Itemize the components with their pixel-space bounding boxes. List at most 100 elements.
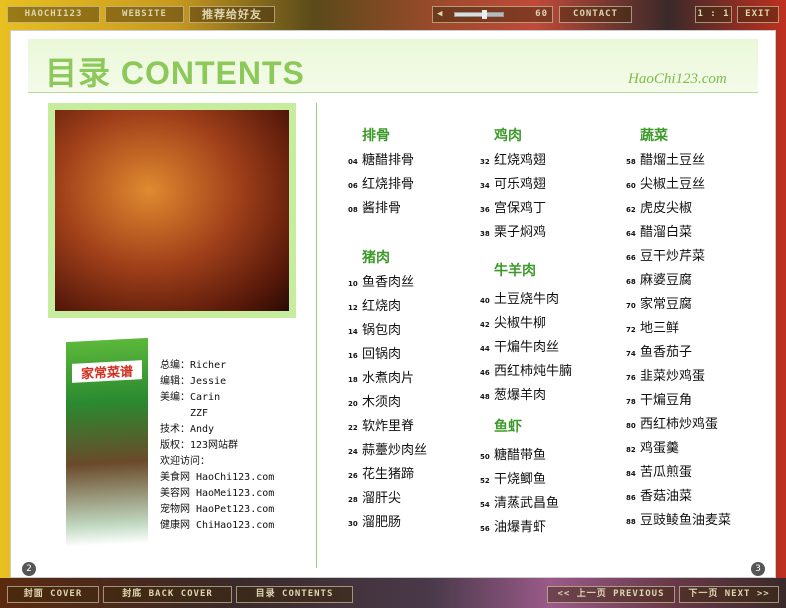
site-logo-text: HaoChi123.com bbox=[628, 71, 727, 87]
recipe-name: 豆豉鲮鱼油麦菜 bbox=[640, 513, 732, 528]
contents-item[interactable]: 48 葱爆羊肉 bbox=[480, 384, 572, 408]
contents-item[interactable]: 72 地三鲜 bbox=[626, 317, 731, 341]
contents-item[interactable]: 68 麻婆豆腐 bbox=[626, 269, 731, 293]
contents-item[interactable]: 88 豆豉鲮鱼油麦菜 bbox=[626, 509, 731, 533]
contents-item[interactable]: 32 红烧鸡翅 bbox=[480, 149, 546, 173]
page-number: 72 bbox=[626, 326, 636, 334]
page-number: 80 bbox=[626, 422, 636, 430]
recipe-name: 西红柿炒鸡蛋 bbox=[640, 417, 719, 432]
contact-button[interactable]: CONTACT bbox=[559, 6, 632, 23]
recipe-name: 苦瓜煎蛋 bbox=[640, 465, 693, 480]
contents-item[interactable]: 44 干煸牛肉丝 bbox=[480, 336, 572, 360]
contents-item[interactable]: 14 锅包肉 bbox=[348, 319, 427, 343]
contents-item[interactable]: 62 虎皮尖椒 bbox=[626, 197, 731, 221]
contents-button[interactable]: 目录 CONTENTS bbox=[236, 586, 353, 603]
page-title: 目录 CONTENTS bbox=[45, 55, 305, 91]
page-number: 06 bbox=[348, 182, 358, 190]
contents-item[interactable]: 42 尖椒牛柳 bbox=[480, 312, 572, 336]
page-number: 82 bbox=[626, 446, 636, 454]
website-button[interactable]: WEBSITE bbox=[105, 6, 184, 23]
contents-item[interactable]: 30 溜肥肠 bbox=[348, 511, 427, 535]
recipe-name: 地三鲜 bbox=[640, 321, 680, 336]
contents-item[interactable]: 52 干烧鲫鱼 bbox=[480, 468, 559, 492]
contents-item[interactable]: 56 油爆青虾 bbox=[480, 516, 559, 540]
contents-item[interactable]: 54 清蒸武昌鱼 bbox=[480, 492, 559, 516]
page-number: 68 bbox=[626, 278, 636, 286]
page-number: 58 bbox=[626, 158, 636, 166]
recipe-name: 红烧排骨 bbox=[362, 177, 415, 192]
recipe-name: 回锅肉 bbox=[362, 347, 402, 362]
contents-item[interactable]: 26 花生猪蹄 bbox=[348, 463, 427, 487]
page-number: 26 bbox=[348, 472, 358, 480]
volume-control[interactable]: ◀ 60 bbox=[432, 6, 553, 23]
page-number: 28 bbox=[348, 496, 358, 504]
credit-line: 总编：Richer bbox=[160, 360, 227, 371]
contents-item[interactable]: 12 红烧肉 bbox=[348, 295, 427, 319]
contents-item[interactable]: 50 糖醋带鱼 bbox=[480, 444, 559, 468]
contents-item[interactable]: 86 香菇油菜 bbox=[626, 485, 731, 509]
contents-item[interactable]: 28 溜肝尖 bbox=[348, 487, 427, 511]
page-number-right: 3 bbox=[751, 562, 765, 576]
contents-item[interactable]: 60 尖椒土豆丝 bbox=[626, 173, 731, 197]
recipe-name: 溜肝尖 bbox=[362, 491, 402, 506]
credit-line: 健康网 ChiHao123.com bbox=[160, 520, 275, 531]
contents-item[interactable]: 76 韭菜炒鸡蛋 bbox=[626, 365, 731, 389]
speaker-icon: ◀ bbox=[437, 9, 444, 19]
page-number: 14 bbox=[348, 328, 358, 336]
recipe-name: 红烧肉 bbox=[362, 299, 402, 314]
contents-item[interactable]: 34 可乐鸡翅 bbox=[480, 173, 546, 197]
contents-item[interactable]: 16 回锅肉 bbox=[348, 343, 427, 367]
page-number: 42 bbox=[480, 321, 490, 329]
recipe-name: 土豆烧牛肉 bbox=[494, 292, 560, 307]
exit-button[interactable]: EXIT bbox=[737, 6, 779, 23]
next-button[interactable]: 下一页 NEXT >> bbox=[679, 586, 779, 603]
contents-item[interactable]: 08 酱排骨 bbox=[348, 197, 414, 221]
contents-item[interactable]: 84 苦瓜煎蛋 bbox=[626, 461, 731, 485]
contents-item[interactable]: 04 糖醋排骨 bbox=[348, 149, 414, 173]
ratio-button[interactable]: 1 : 1 bbox=[695, 6, 732, 23]
page-number: 84 bbox=[626, 470, 636, 478]
contents-item[interactable]: 40 土豆烧牛肉 bbox=[480, 288, 572, 312]
recipe-name: 鱼香茄子 bbox=[640, 345, 693, 360]
page-number: 34 bbox=[480, 182, 490, 190]
recommend-button[interactable]: 推荐给好友 bbox=[189, 6, 275, 23]
contents-item[interactable]: 66 豆干炒芹菜 bbox=[626, 245, 731, 269]
recipe-name: 葱爆羊肉 bbox=[494, 388, 547, 403]
volume-slider[interactable] bbox=[454, 10, 504, 19]
contents-item[interactable]: 36 宫保鸡丁 bbox=[480, 197, 546, 221]
contents-item[interactable]: 06 红烧排骨 bbox=[348, 173, 414, 197]
haochi123-button[interactable]: HAOCHI123 bbox=[7, 6, 100, 23]
contents-item[interactable]: 74 鱼香茄子 bbox=[626, 341, 731, 365]
credit-line: 技术：Andy bbox=[160, 424, 215, 435]
recipe-name: 鸡蛋羹 bbox=[640, 441, 680, 456]
section-title: 排骨 bbox=[362, 128, 390, 144]
page-number: 54 bbox=[480, 501, 490, 509]
page-number: 48 bbox=[480, 393, 490, 401]
contents-item[interactable]: 20 木须肉 bbox=[348, 391, 427, 415]
contents-item[interactable]: 82 鸡蛋羹 bbox=[626, 437, 731, 461]
contents-item[interactable]: 46 西红柿炖牛腩 bbox=[480, 360, 572, 384]
contents-item[interactable]: 10 鱼香肉丝 bbox=[348, 271, 427, 295]
contents-item[interactable]: 38 栗子焖鸡 bbox=[480, 221, 546, 245]
cover-button[interactable]: 封面 COVER bbox=[7, 586, 99, 603]
page-number: 38 bbox=[480, 230, 490, 238]
contents-item[interactable]: 22 软炸里脊 bbox=[348, 415, 427, 439]
contents-item[interactable]: 64 醋溜白菜 bbox=[626, 221, 731, 245]
contents-item[interactable]: 18 水煮肉片 bbox=[348, 367, 427, 391]
section-jirou: 鸡肉 32 红烧鸡翅 34 可乐鸡翅 36 宫保鸡丁 38 栗子焖鸡 bbox=[480, 125, 546, 245]
contents-item[interactable]: 24 蒜薹炒肉丝 bbox=[348, 439, 427, 463]
credit-line: 版权：123网站群 bbox=[160, 440, 239, 451]
contents-item[interactable]: 78 干煸豆角 bbox=[626, 389, 731, 413]
contents-item[interactable]: 80 西红柿炒鸡蛋 bbox=[626, 413, 731, 437]
contents-item[interactable]: 70 家常豆腐 bbox=[626, 293, 731, 317]
contents-item[interactable]: 58 醋熘土豆丝 bbox=[626, 149, 731, 173]
recipe-name: 木须肉 bbox=[362, 395, 402, 410]
recipe-name: 溜肥肠 bbox=[362, 515, 402, 530]
previous-button[interactable]: << 上一页 PREVIOUS bbox=[547, 586, 675, 603]
page-number: 20 bbox=[348, 400, 358, 408]
back-cover-button[interactable]: 封底 BACK COVER bbox=[103, 586, 232, 603]
recipe-name: 干烧鲫鱼 bbox=[494, 472, 547, 487]
recipe-name: 红烧鸡翅 bbox=[494, 153, 547, 168]
credits: 总编：Richer 编辑：Jessie 美编：Carin ZZF 技术：Andy 版权：… bbox=[160, 358, 274, 534]
section-title: 鸡肉 bbox=[494, 128, 522, 144]
